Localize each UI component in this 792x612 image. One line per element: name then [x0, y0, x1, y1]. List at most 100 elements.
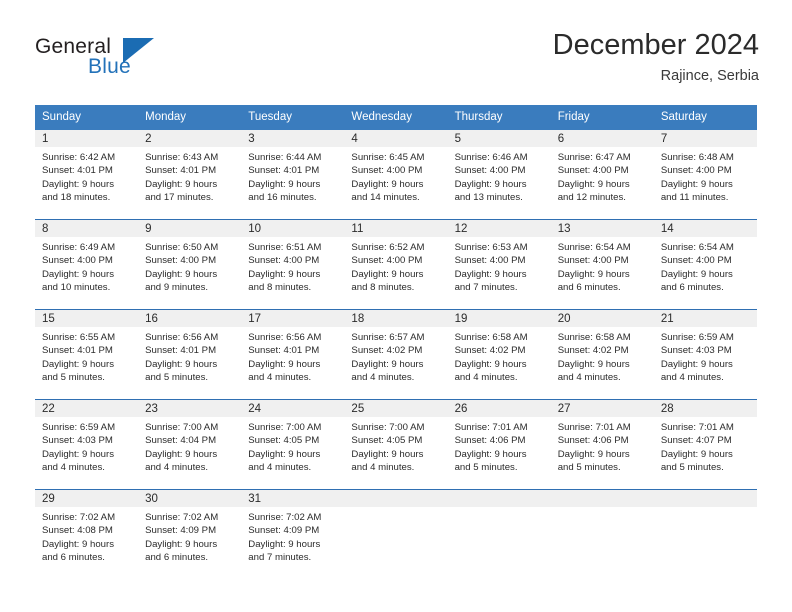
calendar-day-cell[interactable]: 9 Sunrise: 6:50 AM Sunset: 4:00 PM Daylight…	[138, 220, 242, 302]
general-blue-logo[interactable]: General Blue	[35, 35, 215, 90]
calendar-day-cell[interactable]: 13 Sunrise: 6:54 AM Sunset: 4:00 PM Dayligh…	[550, 220, 654, 302]
day-detail-daylight-line2: and 17 minutes.	[145, 192, 214, 204]
day-details: Sunrise: 6:58 AM Sunset: 4:02 PM Daylight:…	[551, 327, 654, 385]
calendar-day-cell[interactable]: 28 Sunrise: 7:01 AM Sunset: 4:07 PM Dayligh…	[653, 400, 757, 482]
day-detail-daylight-line1: Daylight: 9 hours	[557, 268, 630, 280]
day-details: Sunrise: 6:56 AM Sunset: 4:01 PM Daylight:…	[138, 327, 241, 385]
day-details: Sunrise: 6:59 AM Sunset: 4:03 PM Daylight:…	[35, 417, 138, 475]
calendar-day-cell[interactable]: 21 Sunrise: 6:59 AM Sunset: 4:03 PM Dayligh…	[653, 310, 757, 392]
calendar-day-cell[interactable]: 11 Sunrise: 6:52 AM Sunset: 4:00 PM Dayligh…	[344, 220, 448, 302]
calendar-day-cell[interactable]: 8 Sunrise: 6:49 AM Sunset: 4:00 PM Daylight…	[35, 220, 139, 302]
calendar-week-row: 29 Sunrise: 7:02 AM Sunset: 4:08 PM Dayligh…	[35, 489, 757, 572]
calendar-day-cell[interactable]: 16 Sunrise: 6:56 AM Sunset: 4:01 PM Dayligh…	[138, 310, 242, 392]
day-details: Sunrise: 6:57 AM Sunset: 4:02 PM Daylight:…	[344, 327, 447, 385]
calendar-day-cell[interactable]: 19 Sunrise: 6:58 AM Sunset: 4:02 PM Dayligh…	[447, 310, 551, 392]
day-detail-sunrise: Sunrise: 7:01 AM	[454, 422, 528, 433]
calendar-day-cell[interactable]: 15 Sunrise: 6:55 AM Sunset: 4:01 PM Dayligh…	[35, 310, 139, 392]
day-detail-daylight-line1: Daylight: 9 hours	[351, 448, 424, 460]
day-number: 18	[344, 310, 448, 327]
day-details: Sunrise: 7:01 AM Sunset: 4:06 PM Daylight:…	[551, 417, 654, 475]
day-number: 10	[241, 220, 345, 237]
day-detail-daylight-line1: Daylight: 9 hours	[660, 178, 733, 190]
calendar-day-cell[interactable]: 1 Sunrise: 6:42 AM Sunset: 4:01 PM Daylight…	[35, 130, 139, 212]
day-detail-daylight-line1: Daylight: 9 hours	[248, 268, 321, 280]
calendar-day-cell-empty	[447, 490, 551, 572]
calendar-day-cell[interactable]: 17 Sunrise: 6:56 AM Sunset: 4:01 PM Dayligh…	[241, 310, 345, 392]
day-details: Sunrise: 6:45 AM Sunset: 4:00 PM Daylight:…	[344, 147, 447, 205]
calendar-week-row: 1 Sunrise: 6:42 AM Sunset: 4:01 PM Daylight…	[35, 130, 757, 212]
day-number	[653, 490, 757, 507]
day-number: 1	[35, 130, 139, 147]
day-detail-daylight-line1: Daylight: 9 hours	[42, 178, 114, 190]
calendar-day-cell[interactable]: 2 Sunrise: 6:43 AM Sunset: 4:01 PM Daylight…	[138, 130, 242, 212]
day-detail-sunrise: Sunrise: 6:45 AM	[351, 152, 425, 163]
day-details: Sunrise: 7:02 AM Sunset: 4:09 PM Daylight:…	[138, 507, 241, 565]
day-detail-sunset: Sunset: 4:04 PM	[145, 435, 217, 447]
calendar-day-cell[interactable]: 3 Sunrise: 6:44 AM Sunset: 4:01 PM Daylight…	[241, 130, 345, 212]
calendar-day-cell[interactable]: 24 Sunrise: 7:00 AM Sunset: 4:05 PM Dayligh…	[241, 400, 345, 482]
day-detail-daylight-line1: Daylight: 9 hours	[248, 358, 321, 370]
day-details: Sunrise: 6:58 AM Sunset: 4:02 PM Daylight:…	[448, 327, 551, 385]
calendar-day-cell[interactable]: 20 Sunrise: 6:58 AM Sunset: 4:02 PM Dayligh…	[550, 310, 654, 392]
day-detail-daylight-line2: and 4 minutes.	[557, 372, 621, 384]
calendar-day-cell[interactable]: 29 Sunrise: 7:02 AM Sunset: 4:08 PM Dayligh…	[35, 490, 139, 572]
day-detail-daylight-line2: and 5 minutes.	[660, 462, 724, 474]
day-detail-daylight-line2: and 4 minutes.	[660, 372, 724, 384]
calendar-day-cell[interactable]: 31 Sunrise: 7:02 AM Sunset: 4:09 PM Dayligh…	[241, 490, 345, 572]
weekday-header-thursday: Thursday	[454, 111, 503, 123]
day-details: Sunrise: 6:55 AM Sunset: 4:01 PM Daylight:…	[35, 327, 138, 385]
day-detail-daylight-line1: Daylight: 9 hours	[248, 448, 321, 460]
calendar-day-cell[interactable]: 14 Sunrise: 6:54 AM Sunset: 4:00 PM Dayligh…	[653, 220, 757, 302]
day-number: 15	[35, 310, 139, 327]
day-detail-sunrise: Sunrise: 6:42 AM	[42, 152, 116, 163]
calendar-day-cell[interactable]: 18 Sunrise: 6:57 AM Sunset: 4:02 PM Dayligh…	[344, 310, 448, 392]
day-detail-sunrise: Sunrise: 7:02 AM	[145, 512, 219, 523]
calendar-day-cell[interactable]: 23 Sunrise: 7:00 AM Sunset: 4:04 PM Dayligh…	[138, 400, 242, 482]
day-detail-sunset: Sunset: 4:00 PM	[145, 255, 217, 267]
day-detail-daylight-line1: Daylight: 9 hours	[42, 448, 114, 460]
weekday-header-wednesday: Wednesday	[351, 111, 412, 123]
calendar-weeks: 1 Sunrise: 6:42 AM Sunset: 4:01 PM Daylight…	[35, 130, 757, 572]
day-detail-sunrise: Sunrise: 6:59 AM	[660, 332, 734, 343]
calendar-day-cell[interactable]: 30 Sunrise: 7:02 AM Sunset: 4:09 PM Dayligh…	[138, 490, 242, 572]
day-details	[344, 507, 447, 511]
calendar-week-row: 15 Sunrise: 6:55 AM Sunset: 4:01 PM Dayligh…	[35, 309, 757, 392]
day-detail-sunset: Sunset: 4:02 PM	[351, 345, 423, 357]
day-detail-daylight-line2: and 5 minutes.	[145, 372, 209, 384]
calendar-day-cell[interactable]: 4 Sunrise: 6:45 AM Sunset: 4:00 PM Daylight…	[344, 130, 448, 212]
calendar-day-cell[interactable]: 27 Sunrise: 7:01 AM Sunset: 4:06 PM Dayligh…	[550, 400, 654, 482]
calendar-day-cell[interactable]: 25 Sunrise: 7:00 AM Sunset: 4:05 PM Dayligh…	[344, 400, 448, 482]
calendar-day-cell[interactable]: 22 Sunrise: 6:59 AM Sunset: 4:03 PM Dayligh…	[35, 400, 139, 482]
day-detail-daylight-line2: and 7 minutes.	[248, 552, 312, 564]
day-details: Sunrise: 6:47 AM Sunset: 4:00 PM Daylight:…	[551, 147, 654, 205]
day-number: 12	[447, 220, 551, 237]
day-details: Sunrise: 6:48 AM Sunset: 4:00 PM Daylight:…	[654, 147, 757, 205]
calendar-day-cell[interactable]: 6 Sunrise: 6:47 AM Sunset: 4:00 PM Daylight…	[550, 130, 654, 212]
calendar-day-cell[interactable]: 10 Sunrise: 6:51 AM Sunset: 4:00 PM Dayligh…	[241, 220, 345, 302]
day-detail-daylight-line1: Daylight: 9 hours	[454, 448, 527, 460]
day-detail-sunrise: Sunrise: 7:00 AM	[351, 422, 425, 433]
calendar-day-cell[interactable]: 26 Sunrise: 7:01 AM Sunset: 4:06 PM Dayligh…	[447, 400, 551, 482]
day-number: 8	[35, 220, 139, 237]
day-detail-daylight-line2: and 16 minutes.	[248, 192, 317, 204]
day-number	[447, 490, 551, 507]
calendar-day-cell[interactable]: 12 Sunrise: 6:53 AM Sunset: 4:00 PM Dayligh…	[447, 220, 551, 302]
day-detail-sunrise: Sunrise: 6:54 AM	[660, 242, 734, 253]
day-details: Sunrise: 6:49 AM Sunset: 4:00 PM Daylight:…	[35, 237, 138, 295]
day-number: 19	[447, 310, 551, 327]
calendar-day-cell[interactable]: 7 Sunrise: 6:48 AM Sunset: 4:00 PM Daylight…	[653, 130, 757, 212]
day-detail-daylight-line1: Daylight: 9 hours	[145, 538, 218, 550]
day-number: 14	[653, 220, 757, 237]
day-number: 28	[653, 400, 757, 417]
calendar-day-cell[interactable]: 5 Sunrise: 6:46 AM Sunset: 4:00 PM Daylight…	[447, 130, 551, 212]
day-details: Sunrise: 7:01 AM Sunset: 4:06 PM Daylight:…	[448, 417, 551, 475]
day-details: Sunrise: 6:46 AM Sunset: 4:00 PM Daylight:…	[448, 147, 551, 205]
day-detail-daylight-line2: and 18 minutes.	[42, 192, 111, 204]
day-detail-daylight-line1: Daylight: 9 hours	[145, 448, 218, 460]
day-number	[550, 490, 654, 507]
day-number: 5	[447, 130, 551, 147]
day-details: Sunrise: 7:00 AM Sunset: 4:04 PM Daylight:…	[138, 417, 241, 475]
day-number: 20	[550, 310, 654, 327]
day-number: 31	[241, 490, 345, 507]
day-detail-daylight-line2: and 4 minutes.	[248, 462, 312, 474]
